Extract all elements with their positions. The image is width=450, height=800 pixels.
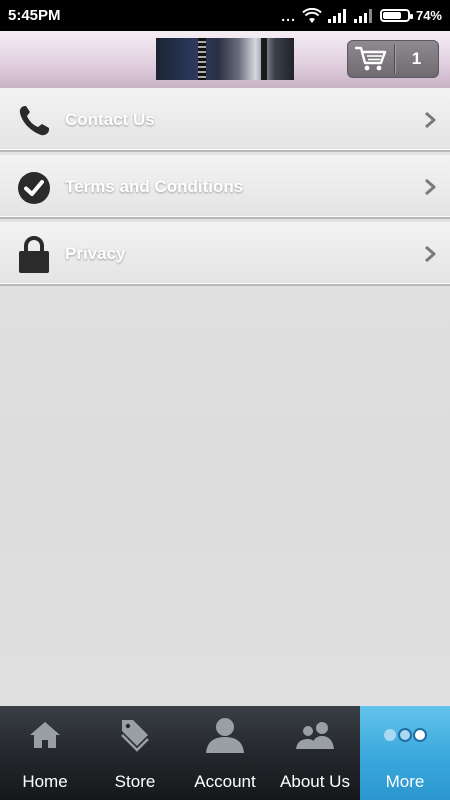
user-icon [206, 718, 244, 753]
tab-home[interactable]: Home [0, 706, 90, 800]
notification-dots: ... [281, 7, 296, 24]
tab-more[interactable]: More [360, 706, 450, 800]
app-header: 1 [0, 31, 450, 89]
menu-item-label: Contact Us [65, 110, 155, 129]
tab-label: Account [194, 772, 256, 791]
battery-icon [379, 9, 413, 22]
chevron-right-icon [425, 179, 436, 195]
wifi-icon [302, 7, 322, 23]
tab-label: Store [114, 772, 156, 791]
store-logo[interactable] [156, 38, 294, 80]
cart-button[interactable]: 1 [347, 40, 439, 78]
chevron-right-icon [425, 112, 436, 128]
phone-icon [19, 106, 49, 136]
lock-icon [19, 236, 49, 273]
logo-tie-graphic-2 [261, 38, 267, 80]
tags-icon [121, 720, 149, 752]
battery-fill [382, 12, 401, 19]
home-icon [30, 722, 60, 748]
tab-about-us[interactable]: About Us [270, 706, 360, 800]
users-icon [296, 722, 334, 749]
cart-count: 1 [411, 49, 422, 68]
check-circle-icon [18, 172, 50, 204]
tab-account[interactable]: Account [180, 706, 270, 800]
status-icons: ... 74% [281, 7, 442, 24]
logo-tie-graphic [198, 38, 206, 80]
menu-item-privacy[interactable]: Privacy [0, 222, 450, 286]
tab-label: More [385, 772, 425, 791]
tab-label: About Us [280, 772, 350, 791]
signal-icon-2 [353, 8, 372, 23]
cart-icon [355, 46, 387, 71]
tab-store[interactable]: Store [90, 706, 180, 800]
tab-label: Home [22, 772, 68, 791]
battery-percent: 74% [415, 8, 442, 23]
more-menu-list: Contact Us Terms and Conditions Privacy [0, 88, 450, 289]
menu-item-contact-us[interactable]: Contact Us [0, 88, 450, 152]
more-dots-icon [384, 728, 427, 742]
menu-item-label: Privacy [65, 244, 126, 263]
status-time: 5:45PM [8, 7, 61, 24]
status-bar: 5:45PM ... 74% [0, 0, 450, 31]
menu-item-terms[interactable]: Terms and Conditions [0, 155, 450, 219]
signal-icon [327, 8, 346, 23]
chevron-right-icon [425, 246, 436, 262]
bottom-tab-bar: Home Store Account About Us More [0, 706, 450, 800]
menu-item-label: Terms and Conditions [65, 177, 244, 196]
